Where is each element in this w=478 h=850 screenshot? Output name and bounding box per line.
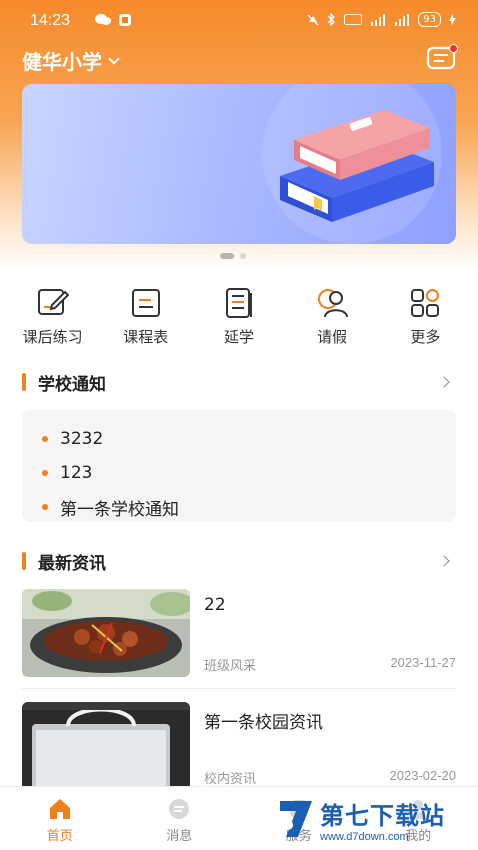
charging-icon — [449, 13, 456, 26]
home-icon — [49, 799, 70, 819]
wechat-icon — [95, 14, 111, 25]
wifi-signal-icon — [395, 13, 410, 26]
carousel-dot-active — [220, 253, 234, 259]
quick-schedule[interactable]: 课程表 — [103, 286, 189, 347]
status-time: 14:23 — [30, 12, 71, 29]
quick-schedule-label: 课程表 — [123, 328, 169, 346]
school-notice-header[interactable]: 学校通知 — [22, 367, 456, 397]
message-icon — [169, 799, 190, 819]
school-notice-title: 学校通知 — [38, 374, 106, 395]
watermark-name: 第七下载站 — [320, 801, 445, 830]
mute-icon — [307, 13, 319, 26]
notice-item[interactable]: 123 — [42, 456, 456, 490]
tab-messages-label: 消息 — [166, 829, 193, 844]
news-item-title: 第一条校园资讯 — [204, 713, 323, 733]
quick-actions: 课后练习 课程表 延学 请假 更多 — [0, 286, 478, 347]
signal-icon — [371, 13, 386, 26]
carousel-dot — [240, 253, 246, 259]
banner-carousel[interactable] — [22, 84, 456, 244]
quick-extended-study[interactable]: 延学 — [196, 286, 282, 347]
books-illustration — [262, 84, 442, 244]
watermark-logo-icon — [280, 801, 312, 837]
status-bar: 14:23 93 — [0, 0, 478, 40]
bullet-dot — [42, 470, 48, 476]
status-system-icons: 93 — [307, 12, 456, 27]
news-item-category: 校内资讯 — [204, 772, 257, 787]
app-notification-icon — [119, 14, 131, 26]
battery-level: 93 — [418, 12, 441, 27]
section-accent-bar — [22, 552, 26, 570]
news-item-date: 2023-11-27 — [390, 655, 456, 670]
news-thumbnail-bag — [22, 702, 190, 790]
divider — [22, 688, 456, 689]
quick-more[interactable]: 更多 — [382, 286, 468, 347]
chevron-down-icon — [108, 52, 120, 65]
site-watermark: 第七下载站 www.d7down.com — [276, 790, 472, 848]
news-header[interactable]: 最新资讯 — [22, 546, 456, 576]
quick-homework[interactable]: 课后练习 — [10, 286, 96, 347]
quick-homework-label: 课后练习 — [22, 328, 83, 346]
notice-item[interactable]: 第一条学校通知 — [42, 490, 456, 524]
bullet-dot — [42, 504, 48, 510]
quick-leave[interactable]: 请假 — [289, 286, 375, 347]
news-item-category: 班级风采 — [204, 659, 257, 674]
homework-pencil-icon — [37, 289, 70, 315]
notice-text: 第一条学校通知 — [60, 499, 179, 520]
book-stack-icon — [225, 288, 252, 318]
news-thumbnail-food — [22, 589, 190, 677]
tab-messages[interactable]: 消息 — [129, 787, 229, 850]
food-plate-image — [22, 589, 190, 677]
quick-more-label: 更多 — [410, 328, 441, 346]
chevron-right-icon — [438, 555, 450, 567]
plastic-bag-image — [22, 702, 190, 790]
quick-extended-study-label: 延学 — [223, 328, 254, 346]
bluetooth-icon — [327, 13, 336, 26]
school-notice-list: 3232 123 第一条学校通知 — [22, 410, 456, 522]
carousel-indicator — [220, 253, 246, 259]
hd-icon — [344, 14, 363, 25]
message-button[interactable] — [426, 44, 458, 72]
notice-text: 123 — [60, 463, 93, 483]
schedule-icon — [131, 289, 160, 317]
leave-person-icon — [318, 289, 349, 318]
grid-more-icon — [411, 289, 440, 317]
notice-text: 3232 — [60, 429, 104, 449]
tab-home-label: 首页 — [46, 829, 73, 844]
chevron-right-icon — [438, 376, 450, 388]
quick-leave-label: 请假 — [317, 328, 348, 346]
unread-badge — [449, 44, 458, 53]
tab-home[interactable]: 首页 — [10, 787, 110, 850]
news-item[interactable]: 第一条校园资讯 校内资讯 2023-02-20 — [22, 702, 456, 792]
status-notification-icons — [94, 13, 132, 27]
notice-item[interactable]: 3232 — [42, 422, 456, 456]
news-title: 最新资讯 — [38, 553, 106, 574]
watermark-url: www.d7down.com — [320, 830, 409, 843]
school-name: 健华小学 — [22, 50, 102, 74]
news-item-title: 22 — [204, 595, 226, 615]
bullet-dot — [42, 436, 48, 442]
school-selector[interactable]: 健华小学 — [22, 46, 120, 75]
news-item[interactable]: 22 班级风采 2023-11-27 — [22, 589, 456, 679]
news-item-date: 2023-02-20 — [389, 768, 457, 783]
section-accent-bar — [22, 373, 26, 391]
